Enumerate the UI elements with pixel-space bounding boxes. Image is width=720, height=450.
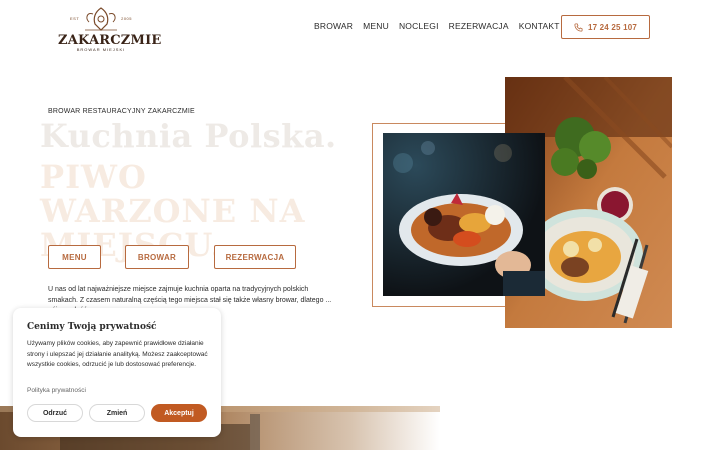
- cookie-change-button[interactable]: Zmień: [89, 404, 145, 422]
- main-nav: BROWAR MENU NOCLEGI REZERWACJA KONTAKT: [314, 21, 560, 31]
- logo-subtitle: BROWAR MIEJSKI: [76, 47, 126, 52]
- rezerwacja-button[interactable]: REZERWACJA: [214, 245, 296, 269]
- cookie-accept-button[interactable]: Akceptuj: [151, 404, 207, 422]
- cookie-text: Używamy plików cookies, aby zapewnić pra…: [27, 340, 208, 368]
- cookie-reject-button[interactable]: Odrzuć: [27, 404, 83, 422]
- nav-browar[interactable]: BROWAR: [314, 21, 353, 31]
- plated-dish-photo: [383, 133, 545, 296]
- logo[interactable]: EST 2005 ZAKARCZMIE BROWAR MIEJSKI: [58, 6, 162, 52]
- hero-kicker: BROWAR RESTAURACYJNY ZAKARCZMIE: [48, 108, 195, 115]
- logo-year: 2005: [121, 16, 132, 21]
- logo-est: EST: [70, 16, 80, 21]
- menu-button[interactable]: MENU: [48, 245, 101, 269]
- hop-crest-icon: [85, 7, 117, 31]
- logo-name: ZAKARCZMIE: [58, 33, 162, 48]
- hero-title: Kuchnia Polska.: [40, 117, 337, 155]
- nav-rezerwacja[interactable]: REZERWACJA: [449, 21, 509, 31]
- privacy-policy-link[interactable]: Polityka prywatności: [27, 387, 86, 394]
- phone-number: 17 24 25 107: [587, 22, 638, 32]
- nav-menu[interactable]: MENU: [363, 21, 389, 31]
- phone-button[interactable]: 17 24 25 107: [561, 15, 650, 39]
- cookie-title: Cenimy Twoją prywatność: [27, 322, 157, 332]
- cookie-consent-dialog: Cenimy Twoją prywatność Używamy plików c…: [13, 308, 221, 437]
- browar-button[interactable]: BROWAR: [125, 245, 189, 269]
- phone-icon: [574, 22, 583, 32]
- nav-kontakt[interactable]: KONTAKT: [519, 21, 560, 31]
- nav-noclegi[interactable]: NOCLEGI: [399, 21, 439, 31]
